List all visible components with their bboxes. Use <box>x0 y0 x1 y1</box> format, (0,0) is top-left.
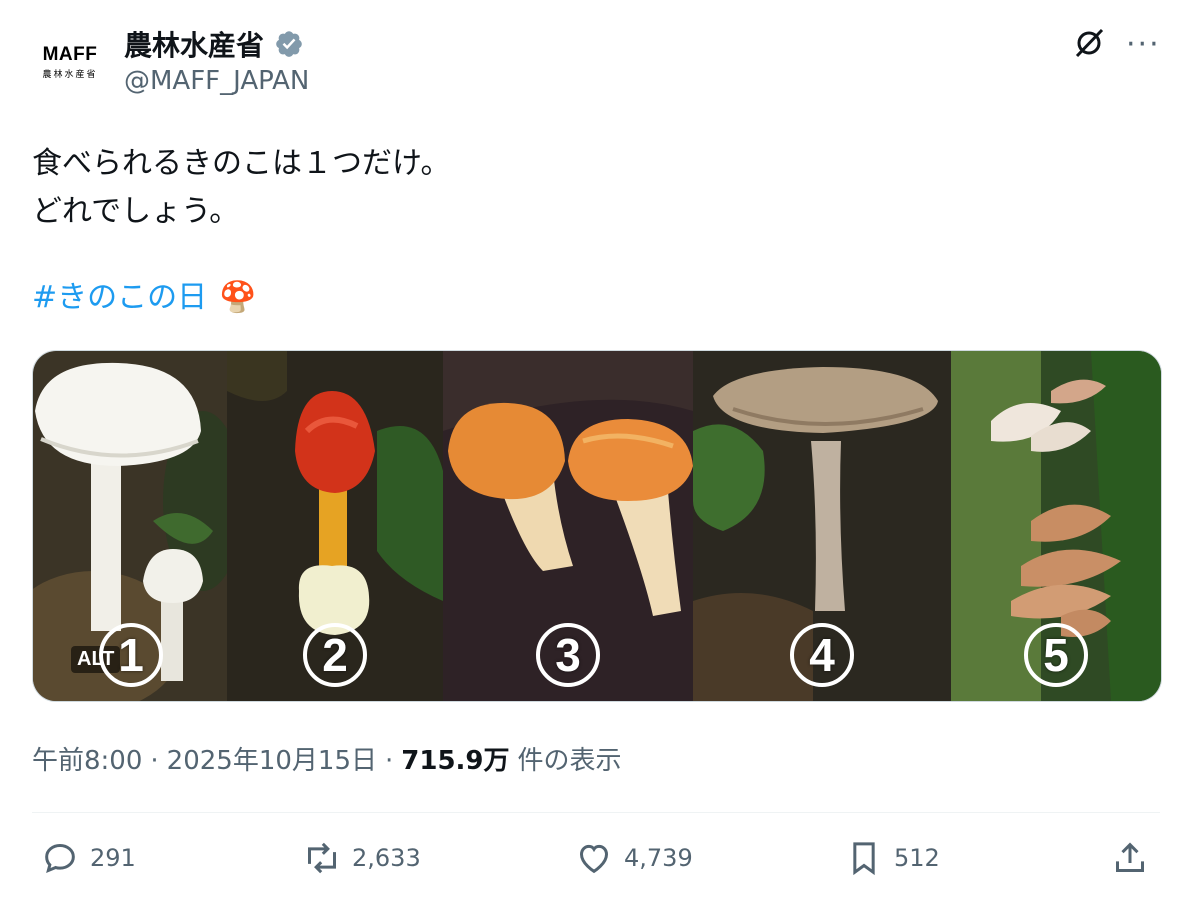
tweet-line-2: どれでしょう。 <box>32 194 240 229</box>
meta-separator-2: · <box>385 746 394 776</box>
avatar[interactable]: MAFF 農林水産省 <box>30 22 110 102</box>
bookmark-icon <box>853 842 875 876</box>
bookmark-button[interactable]: 512 <box>844 838 940 878</box>
media-panel-5[interactable]: 5 <box>951 351 1161 701</box>
maff-logo-subtext: 農林水産省 <box>42 69 98 80</box>
action-bar: 291 2,633 4,739 512 <box>40 838 1160 886</box>
tweet-text: 食べられるきのこは１つだけ。 どれでしょう。 <box>32 140 451 236</box>
maff-logo-text: MAFF <box>42 43 98 65</box>
reply-button[interactable]: 291 <box>40 838 136 878</box>
repost-button[interactable]: 2,633 <box>302 838 421 878</box>
more-icon[interactable]: ··· <box>1126 30 1161 60</box>
divider <box>32 812 1160 813</box>
share-button[interactable] <box>1110 838 1150 878</box>
panel-number-1: 1 <box>99 623 163 687</box>
media-grid[interactable]: ALT 1 2 3 4 5 <box>32 350 1162 702</box>
like-count: 4,739 <box>624 844 693 872</box>
tweet-meta: 午前8:00 · 2025年10月15日 · 715.9万 件の表示 <box>32 740 622 777</box>
meta-separator-1: · <box>150 746 159 776</box>
like-icon <box>579 844 609 874</box>
grok-icon[interactable] <box>1072 26 1106 60</box>
tweet-line-1: 食べられるきのこは１つだけ。 <box>32 146 451 181</box>
share-icon <box>1116 842 1144 872</box>
media-panel-1[interactable]: ALT 1 <box>33 351 227 701</box>
author-name[interactable]: 農林水産省 <box>124 24 264 64</box>
panel-number-5: 5 <box>1024 623 1088 687</box>
repost-icon <box>308 842 336 874</box>
panel-number-4: 4 <box>790 623 854 687</box>
views-label: 件の表示 <box>517 746 622 776</box>
tweet-time[interactable]: 午前8:00 <box>32 740 142 777</box>
media-panel-2[interactable]: 2 <box>227 351 443 701</box>
hashtag-link[interactable]: #きのこの日 <box>32 278 207 318</box>
author-name-row: 農林水産省 <box>124 24 304 64</box>
panel-number-2: 2 <box>303 623 367 687</box>
media-panel-3[interactable]: 3 <box>443 351 693 701</box>
mushroom-emoji: 🍄 <box>219 280 257 315</box>
panel-number-3: 3 <box>536 623 600 687</box>
author-handle[interactable]: @MAFF_JAPAN <box>124 66 309 96</box>
reply-icon <box>45 843 75 874</box>
like-button[interactable]: 4,739 <box>574 838 693 878</box>
media-panel-4[interactable]: 4 <box>693 351 951 701</box>
verified-badge-icon <box>276 31 302 57</box>
views-count: 715.9万 <box>401 746 510 776</box>
repost-count: 2,633 <box>352 844 421 872</box>
bookmark-count: 512 <box>894 844 940 872</box>
tweet-date[interactable]: 2025年10月15日 <box>167 740 377 777</box>
reply-count: 291 <box>90 844 136 872</box>
hashtag-row: #きのこの日 🍄 <box>32 278 257 318</box>
